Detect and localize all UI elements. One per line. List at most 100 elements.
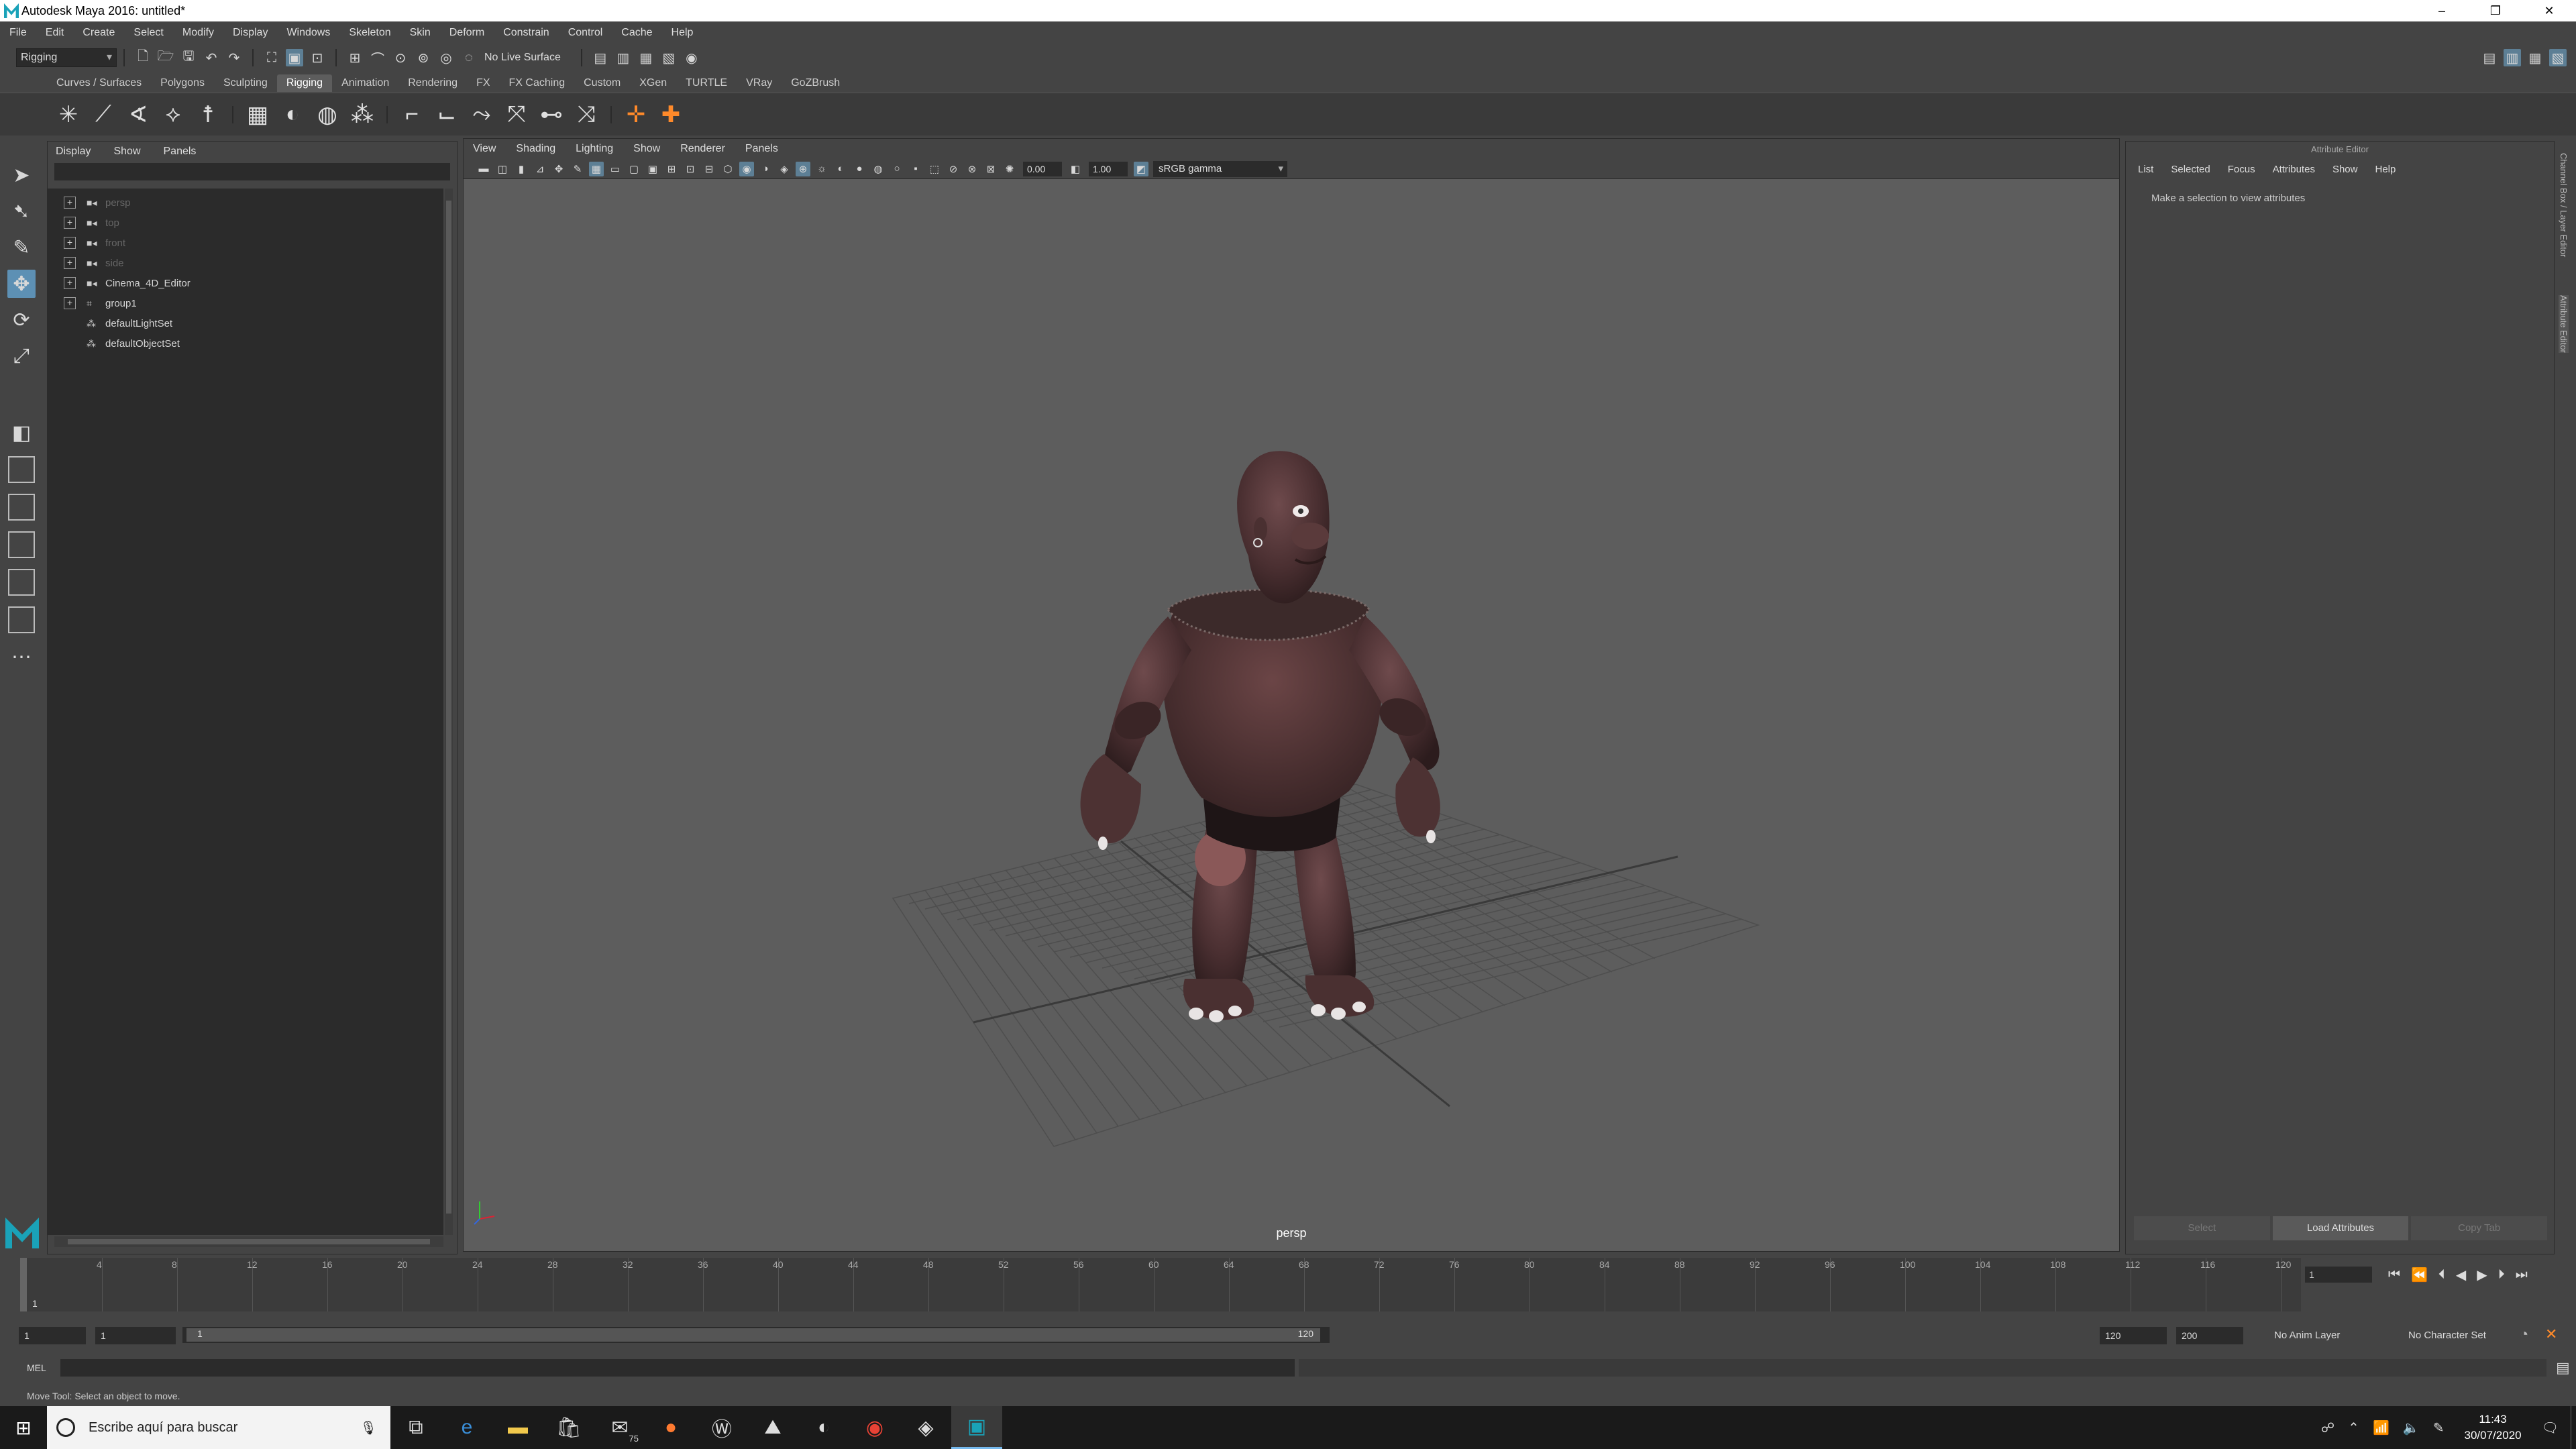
viewport-menu-renderer[interactable]: Renderer xyxy=(680,143,725,155)
play-backwards-icon[interactable]: ◀ xyxy=(2456,1267,2466,1283)
smooth-bind-icon[interactable]: ⌙ xyxy=(432,100,462,129)
ipr-render-icon[interactable]: ▥ xyxy=(614,49,632,66)
xray-joints-icon[interactable]: ⊗ xyxy=(965,162,979,176)
exposure-field[interactable]: 0.00 xyxy=(1023,161,1062,176)
outliner-item-cinema-4d-editor[interactable]: + ■◂ Cinema_4D_Editor xyxy=(48,273,443,293)
viewport-menu-shading[interactable]: Shading xyxy=(516,143,555,155)
menu-control[interactable]: Control xyxy=(568,27,603,39)
tool-settings-toggle-icon[interactable]: ▦ xyxy=(2526,49,2544,66)
paint-select-tool-icon[interactable]: ✎ xyxy=(7,233,36,262)
zbrush-icon[interactable]: ◈ xyxy=(900,1406,951,1449)
modeling-toolkit-icon[interactable]: ▤ xyxy=(2481,49,2498,66)
shelf-tab-vray[interactable]: VRay xyxy=(737,74,782,92)
move-tool-icon[interactable]: ✥ xyxy=(7,270,36,298)
shadows-icon[interactable]: ◐ xyxy=(833,162,848,176)
copy-weights-icon[interactable]: ⊷ xyxy=(537,100,566,129)
viewport-menu-view[interactable]: View xyxy=(473,143,496,155)
wireframe-on-shaded-icon[interactable]: ◈ xyxy=(777,162,792,176)
shelf-tab-animation[interactable]: Animation xyxy=(332,74,398,92)
textured-icon[interactable]: ⊕ xyxy=(796,161,810,176)
expand-icon[interactable]: + xyxy=(64,237,76,249)
hypershade-layout-icon[interactable] xyxy=(8,569,35,596)
paint-weights-icon[interactable]: ⤳ xyxy=(467,100,496,129)
bind-skin-icon[interactable]: ⌐ xyxy=(397,100,427,129)
show-hidden-icons-icon[interactable]: ⌃ xyxy=(2348,1419,2359,1436)
attribute-editor-toggle-icon[interactable]: ▥ xyxy=(2504,49,2521,66)
outliner-item-top[interactable]: + ■◂ top xyxy=(48,213,443,233)
snap-grid-icon[interactable]: ⊞ xyxy=(346,49,364,66)
load-attributes-button[interactable]: Load Attributes xyxy=(2272,1216,2409,1240)
four-view-layout-icon[interactable] xyxy=(8,456,35,483)
grid-icon[interactable]: ▦ xyxy=(589,161,604,176)
cluster-icon[interactable]: ◐ xyxy=(278,100,307,129)
outliner-menu-show[interactable]: Show xyxy=(113,146,140,158)
menu-skin[interactable]: Skin xyxy=(410,27,431,39)
isolate-select-icon[interactable]: ⬚ xyxy=(927,162,942,176)
menu-create[interactable]: Create xyxy=(83,27,115,39)
taskbar-search-box[interactable]: Escribe aquí para buscar 🎙 xyxy=(47,1406,390,1449)
mirror-weights-icon[interactable]: ⤧ xyxy=(502,100,531,129)
redo-icon[interactable]: ↷ xyxy=(225,49,243,66)
people-icon[interactable]: ☍ xyxy=(2321,1419,2334,1436)
menu-edit[interactable]: Edit xyxy=(46,27,64,39)
firefox-icon[interactable]: ● xyxy=(645,1406,696,1449)
auto-key-icon[interactable]: ◔ xyxy=(2520,1326,2528,1343)
chrome-icon[interactable]: ◉ xyxy=(849,1406,900,1449)
microphone-icon[interactable]: 🎙 xyxy=(360,1419,377,1436)
render-current-frame-icon[interactable]: ▤ xyxy=(592,49,609,66)
store-icon[interactable]: 🛍 xyxy=(543,1406,594,1449)
channel-box-toggle-icon[interactable]: ▧ xyxy=(2549,49,2567,66)
outliner-search-field[interactable] xyxy=(54,163,450,180)
attr-menu-show[interactable]: Show xyxy=(2332,164,2358,175)
insert-joint-icon[interactable]: ∢ xyxy=(123,100,153,129)
channel-box-tab[interactable]: Channel Box / Layer Editor xyxy=(2559,153,2569,257)
make-live-icon[interactable]: ◌ xyxy=(460,49,478,66)
expand-icon[interactable]: + xyxy=(64,197,76,209)
command-input[interactable] xyxy=(60,1359,1295,1377)
snap-point-icon[interactable]: ⊙ xyxy=(392,49,409,66)
rotate-tool-icon[interactable]: ⟳ xyxy=(7,306,36,334)
select-hierarchy-icon[interactable]: ⛶ xyxy=(263,49,280,66)
menuset-dropdown[interactable]: Rigging xyxy=(16,48,117,67)
safe-title-icon[interactable]: ⊟ xyxy=(702,162,716,176)
select-object-icon[interactable]: ▣ xyxy=(286,49,303,66)
select-camera-icon[interactable]: ▬ xyxy=(476,162,491,176)
menu-file[interactable]: File xyxy=(9,27,27,39)
windows-start-icon[interactable]: ⊞ xyxy=(0,1417,47,1439)
shelf-tab-sculpting[interactable]: Sculpting xyxy=(214,74,277,92)
go-to-start-icon[interactable]: ⏮ xyxy=(2388,1267,2400,1283)
file-explorer-icon[interactable]: ▬ xyxy=(492,1406,543,1449)
shelf-tab-gozbrush[interactable]: GoZBrush xyxy=(782,74,849,92)
outliner-item-front[interactable]: + ■◂ front xyxy=(48,233,443,253)
persp-graph-layout-icon[interactable] xyxy=(8,531,35,558)
attribute-editor-tab[interactable]: Attribute Editor xyxy=(2559,295,2569,353)
anim-layer-dropdown[interactable]: No Anim Layer xyxy=(2274,1327,2388,1344)
shelf-tab-rigging[interactable]: Rigging xyxy=(276,74,333,92)
save-scene-icon[interactable]: 🖫 xyxy=(180,49,197,66)
copy-tab-button[interactable]: Copy Tab xyxy=(2411,1216,2548,1240)
range-slider[interactable]: 1 120 xyxy=(182,1327,1330,1343)
script-editor-icon[interactable]: ▤ xyxy=(2556,1359,2570,1377)
persp-outliner-layout-icon[interactable] xyxy=(8,494,35,521)
grease-pencil-icon[interactable]: ✎ xyxy=(570,162,585,176)
outliner-horizontal-scrollbar[interactable] xyxy=(54,1236,443,1247)
new-scene-icon[interactable]: 🗋 xyxy=(134,49,152,66)
outliner-vertical-scrollbar[interactable] xyxy=(445,189,453,1235)
script-language-label[interactable]: MEL xyxy=(0,1362,60,1373)
ik-handle-icon[interactable]: ⟡ xyxy=(158,100,188,129)
play-forwards-icon[interactable]: ▶ xyxy=(2477,1267,2487,1283)
detach-skin-icon[interactable]: ⤨ xyxy=(572,100,601,129)
attr-menu-focus[interactable]: Focus xyxy=(2228,164,2255,175)
menu-constrain[interactable]: Constrain xyxy=(503,27,549,39)
menu-display[interactable]: Display xyxy=(233,27,268,39)
gamma-icon[interactable]: ◧ xyxy=(1068,162,1083,176)
playback-start-field[interactable]: 1 xyxy=(95,1327,176,1344)
expand-icon[interactable]: + xyxy=(64,217,76,229)
menu-deform[interactable]: Deform xyxy=(449,27,484,39)
outliner-item-side[interactable]: + ■◂ side xyxy=(48,253,443,273)
snap-curve-icon[interactable]: ⌒ xyxy=(369,49,386,67)
clock[interactable]: 11:43 30/07/2020 xyxy=(2465,1411,2522,1444)
default-material-icon[interactable]: ◑ xyxy=(758,162,773,176)
undo-icon[interactable]: ↶ xyxy=(203,49,220,66)
single-perspective-layout-icon[interactable]: ◧ xyxy=(7,419,36,447)
